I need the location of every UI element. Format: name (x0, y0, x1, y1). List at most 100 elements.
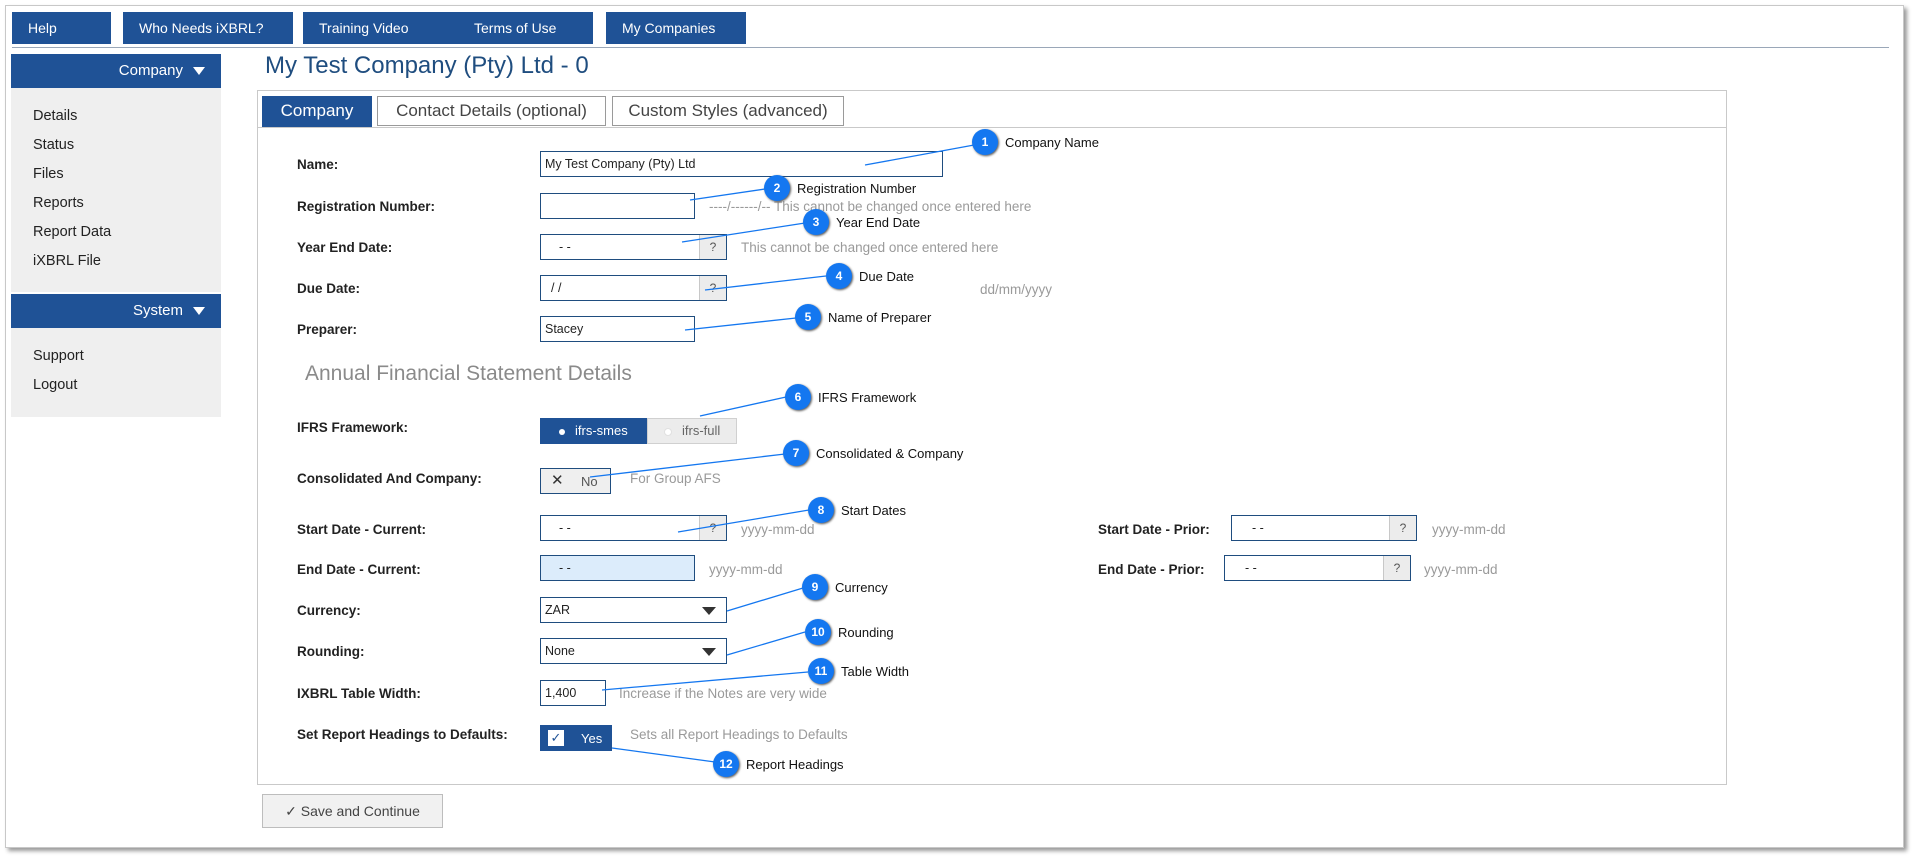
sidebar-system: System Support Logout (11, 294, 221, 417)
registration-number-label: Registration Number: (297, 199, 436, 214)
save-and-continue-button[interactable]: ✓ Save and Continue (262, 794, 443, 828)
callout-label-3: Year End Date (836, 215, 921, 230)
callout-label-11: Table Width (841, 664, 909, 679)
consolidated-hint: For Group AFS (630, 471, 721, 486)
ifrs-smes-option[interactable]: ifrs-smes (540, 418, 647, 444)
callout-label-5: Name of Preparer (828, 310, 932, 325)
callout-badge-9: 9 (802, 574, 828, 600)
sidebar-company: Company Details Status Files Reports Rep… (11, 54, 221, 292)
tab-company[interactable]: Company (262, 96, 372, 127)
report-headings-label: Set Report Headings to Defaults: (297, 727, 508, 742)
callout-label-7: Consolidated & Company (816, 446, 964, 461)
callout-badge-11: 11 (808, 658, 834, 684)
section-title: Annual Financial Statement Details (305, 362, 632, 385)
end-date-current-label: End Date - Current: (297, 562, 421, 577)
callout-badge-12: 12 (713, 751, 739, 777)
ifrs-full-option[interactable]: ifrs-full (647, 418, 737, 444)
sidebar-item-files[interactable]: Files (11, 160, 221, 189)
end-date-current-hint: yyyy-mm-dd (709, 562, 783, 577)
due-date-input[interactable]: / /? (540, 275, 727, 301)
end-date-prior-input[interactable]: - -? (1224, 555, 1411, 581)
currency-select[interactable]: ZAR (540, 597, 727, 623)
table-width-input[interactable]: 1,400 (540, 680, 606, 706)
nav-help[interactable]: Help (12, 12, 111, 44)
consolidated-toggle[interactable]: ✕ No (540, 468, 611, 494)
callout-badge-7: 7 (783, 440, 809, 466)
preparer-input[interactable]: Stacey (540, 316, 695, 342)
sidebar-system-header[interactable]: System (11, 294, 221, 328)
end-date-current-input[interactable]: - - (540, 555, 695, 581)
registration-number-hint: ----/------/-- This cannot be changed on… (709, 199, 1032, 214)
sidebar-item-ixbrl-file[interactable]: iXBRL File (11, 247, 221, 276)
rounding-select[interactable]: None (540, 638, 727, 664)
registration-number-input[interactable] (540, 193, 695, 219)
end-date-prior-label: End Date - Prior: (1098, 562, 1205, 577)
help-question-button[interactable]: ? (1383, 556, 1410, 580)
callout-label-10: Rounding (838, 625, 894, 640)
currency-label: Currency: (297, 603, 361, 618)
report-headings-toggle[interactable]: ✓ Yes (540, 725, 612, 751)
x-icon: ✕ (551, 472, 564, 489)
radio-dot-icon (664, 427, 672, 436)
year-end-date-label: Year End Date: (297, 240, 393, 255)
nav-training-video[interactable]: Training Video (303, 12, 463, 44)
start-date-current-input[interactable]: - -? (540, 515, 727, 541)
callout-label-2: Registration Number (797, 181, 917, 196)
sidebar-item-details[interactable]: Details (11, 102, 221, 131)
start-date-current-label: Start Date - Current: (297, 522, 427, 537)
name-label: Name: (297, 157, 339, 172)
preparer-label: Preparer: (297, 322, 358, 337)
callout-badge-4: 4 (826, 263, 852, 289)
start-date-prior-hint: yyyy-mm-dd (1432, 522, 1506, 537)
callout-label-1: Company Name (1005, 135, 1099, 150)
help-question-button[interactable]: ? (1389, 516, 1416, 540)
caret-down-icon (193, 67, 205, 76)
caret-down-icon (193, 307, 205, 316)
sidebar-item-reports[interactable]: Reports (11, 189, 221, 218)
page-title: My Test Company (Pty) Ltd - 0 (265, 52, 589, 79)
end-date-prior-hint: yyyy-mm-dd (1424, 562, 1498, 577)
help-question-button[interactable]: ? (699, 276, 726, 300)
ifrs-framework-label: IFRS Framework: (297, 420, 409, 435)
dropdown-arrow-icon (702, 648, 716, 656)
nav-terms-of-use[interactable]: Terms of Use (458, 12, 593, 44)
sidebar-item-logout[interactable]: Logout (11, 371, 221, 400)
form-panel (257, 90, 1727, 785)
callout-badge-10: 10 (805, 619, 831, 645)
help-question-button[interactable]: ? (699, 516, 726, 540)
nav-who-needs-ixbrl[interactable]: Who Needs iXBRL? (123, 12, 293, 44)
sidebar-company-header[interactable]: Company (11, 54, 221, 88)
table-width-label: IXBRL Table Width: (297, 686, 421, 701)
nav-divider (12, 47, 1889, 48)
year-end-date-input[interactable]: - -? (540, 234, 727, 260)
start-date-prior-input[interactable]: - -? (1231, 515, 1417, 541)
due-date-label: Due Date: (297, 281, 361, 296)
radio-dot-icon (559, 428, 565, 435)
callout-label-12: Report Headings (746, 757, 844, 772)
callout-label-4: Due Date (859, 269, 914, 284)
checkbox-check-icon: ✓ (548, 730, 564, 746)
callout-badge-5: 5 (795, 304, 821, 330)
nav-my-companies[interactable]: My Companies (606, 12, 746, 44)
callout-badge-2: 2 (764, 175, 790, 201)
tab-contact-details[interactable]: Contact Details (optional) (377, 96, 606, 126)
tab-divider (258, 127, 1726, 128)
rounding-label: Rounding: (297, 644, 365, 659)
report-headings-hint: Sets all Report Headings to Defaults (630, 727, 848, 742)
callout-badge-1: 1 (972, 129, 998, 155)
sidebar-item-report-data[interactable]: Report Data (11, 218, 221, 247)
due-date-hint: dd/mm/yyyy (980, 282, 1053, 297)
sidebar-item-status[interactable]: Status (11, 131, 221, 160)
name-input[interactable]: My Test Company (Pty) Ltd (540, 151, 943, 177)
start-date-current-hint: yyyy-mm-dd (741, 522, 815, 537)
table-width-hint: Increase if the Notes are very wide (619, 686, 827, 701)
callout-label-9: Currency (835, 580, 888, 595)
help-question-button[interactable]: ? (699, 235, 726, 259)
dropdown-arrow-icon (702, 607, 716, 615)
callout-badge-8: 8 (808, 497, 834, 523)
consolidated-label: Consolidated And Company: (297, 471, 482, 486)
tab-custom-styles[interactable]: Custom Styles (advanced) (612, 96, 844, 126)
callout-badge-3: 3 (803, 209, 829, 235)
sidebar-item-support[interactable]: Support (11, 342, 221, 371)
year-end-date-hint: This cannot be changed once entered here (741, 240, 999, 255)
